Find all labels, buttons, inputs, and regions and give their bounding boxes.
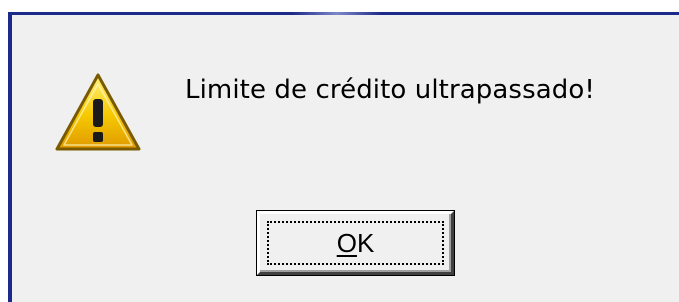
warning-icon [55,73,141,151]
title-bar-edge [292,12,382,15]
ok-button[interactable]: OK [257,211,454,275]
screen: Limite de crédito ultrapassado! OK [0,0,679,302]
ok-label-rest: K [356,228,375,258]
alert-dialog: Limite de crédito ultrapassado! OK [8,12,679,302]
ok-button-label: OK [260,228,451,259]
ok-mnemonic: O [336,228,357,258]
alert-message: Limite de crédito ultrapassado! [185,75,595,105]
